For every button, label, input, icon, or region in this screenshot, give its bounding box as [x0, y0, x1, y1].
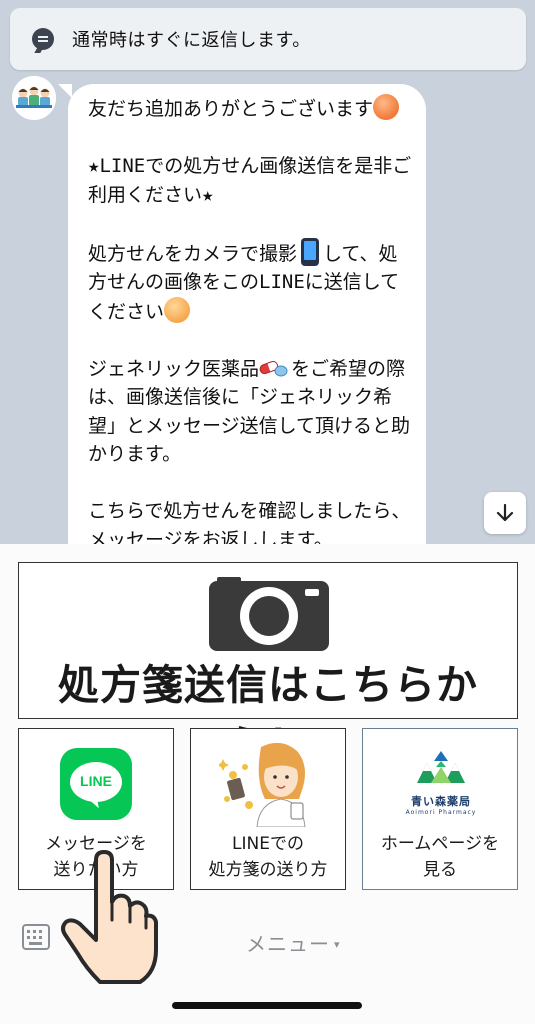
chat-bubble-icon: [32, 28, 54, 50]
mobile-phone-icon: [301, 237, 320, 266]
chat-area[interactable]: 通常時はすぐに返信します。 友だち追加ありがとうございます ★LINEでの処方せ…: [0, 0, 535, 544]
scroll-to-bottom-button[interactable]: [484, 492, 526, 534]
send-prescription-button[interactable]: 処方箋送信はこちらから！: [18, 562, 518, 769]
message-paragraph: こちらで処方せんを確認しましたら、メッセージをお返しします。: [88, 500, 411, 544]
how-to-send-button[interactable]: LINEでの 処方箋の送り方: [190, 728, 346, 890]
message-paragraph: ジェネリック医薬品 をご希望の際は、画像送信後に「ジェネリック希望」とメッセージ送…: [88, 357, 411, 466]
bubble-tail: [58, 84, 72, 98]
message-bubble[interactable]: 友だち追加ありがとうございます ★LINEでの処方せん画像送信を是非ご利用くださ…: [58, 84, 426, 544]
status-notice-banner: 通常時はすぐに返信します。: [10, 8, 526, 70]
pill-icon: [259, 358, 289, 378]
menu-toggle-label: メニュー: [246, 932, 330, 956]
grinning-face-icon: [373, 94, 400, 120]
camera-icon: [209, 577, 329, 651]
pharmacists-avatar-icon: [12, 76, 56, 120]
caret-down-icon: ▾: [334, 938, 341, 951]
arrow-down-icon: [496, 503, 514, 522]
message-paragraph: 処方せんをカメラで撮影 して、処方せんの画像をこのLINEに送信してください: [88, 237, 416, 327]
pharmacist-illustration-icon: [219, 742, 306, 827]
aoimori-logo-icon: 青い森薬局 Aoimori Pharmacy: [401, 749, 481, 816]
home-indicator: [172, 1002, 362, 1009]
account-avatar[interactable]: [12, 76, 56, 120]
message-paragraph: 友だち追加ありがとうございます: [88, 94, 416, 124]
notice-text: 通常時はすぐに返信します。: [72, 30, 311, 51]
pointing-hand-icon: [61, 850, 158, 984]
keyboard-icon[interactable]: [22, 924, 50, 950]
line-logo-icon: LINE: [60, 748, 132, 820]
menu-toggle-button[interactable]: メニュー ▾: [246, 928, 341, 957]
homepage-button[interactable]: 青い森薬局 Aoimori Pharmacy ホームページを 見る: [362, 728, 518, 890]
homepage-label: ホームページを 見る: [380, 834, 500, 880]
smiling-face-icon: [164, 296, 191, 323]
how-to-send-label: LINEでの 処方箋の送り方: [208, 834, 328, 880]
message-paragraph: ★LINEでの処方せん画像送信を是非ご利用ください★: [88, 155, 412, 206]
